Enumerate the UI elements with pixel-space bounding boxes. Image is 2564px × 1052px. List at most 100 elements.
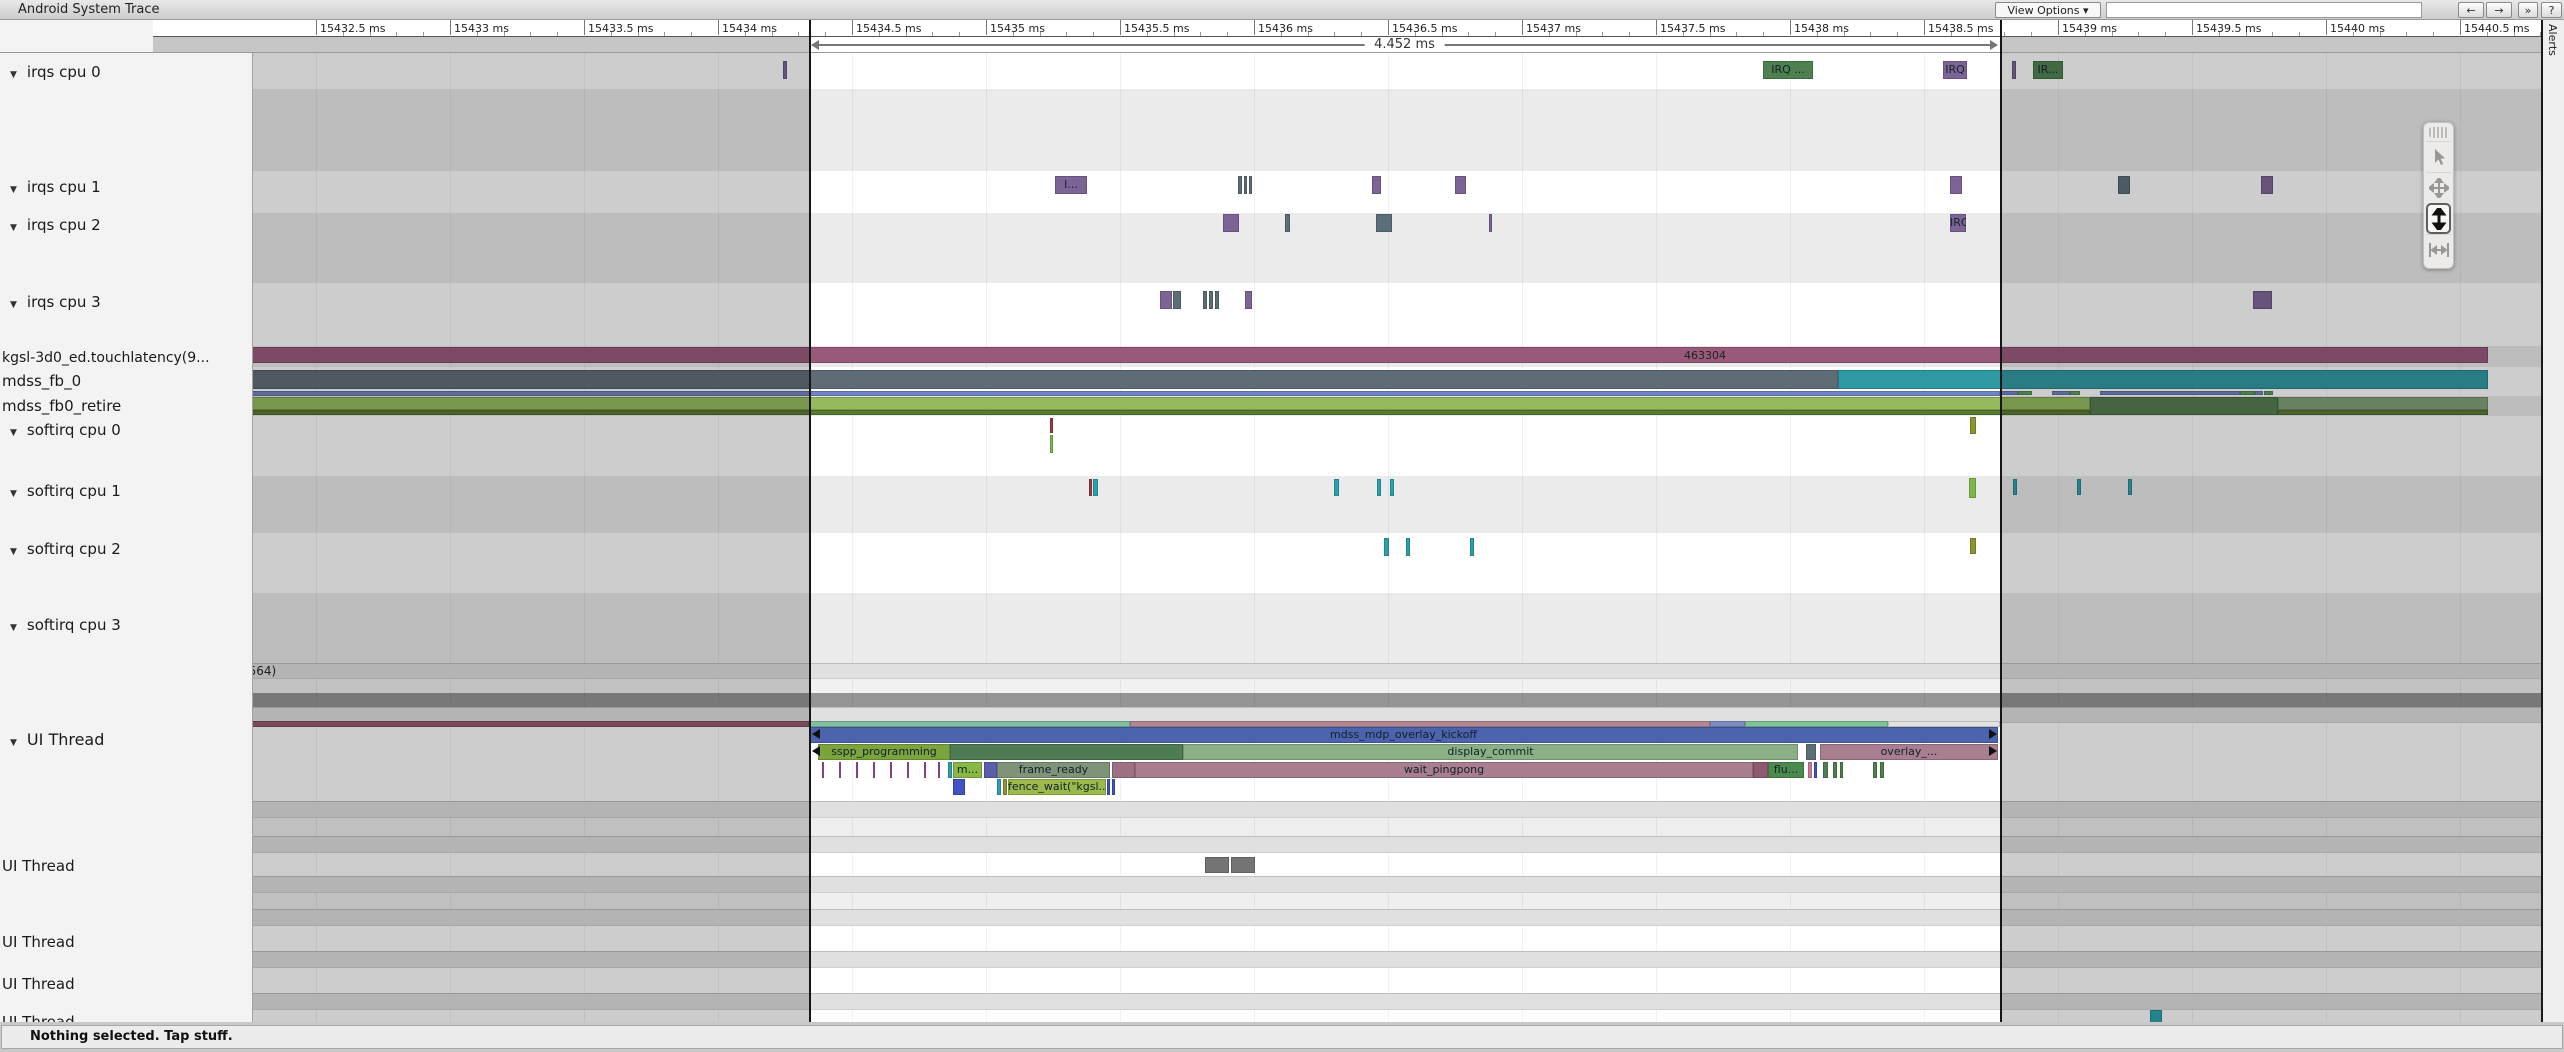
selection-drag-handle[interactable] [1989,729,1997,739]
trace-slice[interactable] [1970,417,1976,434]
trace-slice[interactable]: I... [1055,176,1087,194]
trace-slice[interactable] [1249,176,1252,194]
trace-slice[interactable] [1470,538,1474,556]
trace-slice[interactable] [873,762,875,778]
trace-slice[interactable] [1107,779,1110,795]
trace-slice[interactable] [1089,479,1092,496]
track-label[interactable]: ▼irqs cpu 3 [10,293,101,311]
trace-slice[interactable]: IRQ ... [1763,61,1813,79]
trace-slice[interactable] [1215,291,1219,309]
trace-slice[interactable] [1814,762,1817,778]
trace-slice[interactable] [1384,538,1389,556]
trace-slice[interactable] [856,762,858,778]
trace-slice[interactable] [1231,857,1255,873]
trace-slice[interactable] [1808,762,1812,778]
selection-start-line[interactable] [809,20,811,1022]
trace-slice[interactable]: IRQ [1950,214,1966,232]
trace-slice[interactable] [1376,214,1392,232]
trace-slice[interactable]: wait_pingpong [1135,762,1753,778]
selection-drag-handle[interactable] [812,746,820,756]
trace-slice[interactable]: display_commit [1183,744,1798,760]
trace-slice[interactable] [839,762,841,778]
expander-arrow-icon[interactable]: ▼ [10,300,17,310]
track-area[interactable]: ►com.prefabulated.touchlatency (pid 9564… [0,52,2564,1022]
expander-arrow-icon[interactable]: ▼ [10,223,17,233]
trace-slice[interactable]: mdss_mdp_overlay_kickoff [809,727,1998,743]
trace-slice[interactable] [1833,762,1837,778]
trace-slice[interactable] [907,762,909,778]
trace-slice[interactable] [1003,779,1007,795]
expander-arrow-icon[interactable]: ▼ [10,185,17,195]
trace-slice[interactable]: m... [953,762,982,778]
track-label[interactable]: ▼softirq cpu 1 [10,482,121,500]
track-label[interactable]: ▼irqs cpu 0 [10,63,101,81]
trace-slice[interactable] [1880,762,1884,778]
trace-slice[interactable]: overlay_... [1820,744,1998,760]
timeline-ruler[interactable]: 15432.5 ms15433 ms15433.5 ms15434 ms1543… [0,20,2564,52]
trace-slice[interactable] [1205,857,1229,873]
expander-arrow-icon[interactable]: ▼ [10,428,17,438]
trace-slice[interactable] [1203,291,1207,309]
trace-slice[interactable] [1112,779,1115,795]
trace-slice[interactable] [984,762,997,778]
track-label[interactable]: ▼irqs cpu 1 [10,178,101,196]
trace-slice[interactable] [1489,214,1492,232]
track-label[interactable]: ▼irqs cpu 2 [10,216,101,234]
trace-slice[interactable] [1806,744,1816,760]
trace-slice[interactable] [1334,479,1339,496]
trace-slice[interactable] [1173,291,1181,309]
trace-slice[interactable] [924,762,926,778]
trace-slice[interactable] [1377,479,1381,496]
trace-slice[interactable] [1238,176,1242,194]
trace-slice[interactable] [1950,176,1962,194]
view-options-button[interactable]: View Options ▾ [1995,2,2101,18]
trace-slice[interactable]: frame_ready [997,762,1110,778]
trace-slice[interactable] [1969,478,1976,498]
zoom-tool-button[interactable] [2426,203,2451,234]
trace-slice[interactable]: sspp_programming [818,744,950,760]
trace-slice[interactable] [948,762,952,778]
help-button[interactable]: ? [2541,2,2562,18]
trace-slice[interactable]: flu... [1768,762,1804,778]
trace-slice[interactable] [1455,176,1466,194]
nav-back-button[interactable]: ← [2458,2,2484,18]
trace-slice[interactable] [1245,291,1252,309]
search-input[interactable] [2106,2,2422,18]
pan-tool-button[interactable] [2426,172,2451,203]
trace-slice[interactable] [1209,291,1213,309]
expander-arrow-icon[interactable]: ▼ [10,489,17,499]
trace-slice[interactable] [1112,762,1135,778]
trace-slice[interactable] [1160,291,1172,309]
expander-arrow-icon[interactable]: ▼ [10,547,17,557]
trace-slice[interactable] [1244,176,1247,194]
trace-slice[interactable] [1223,214,1239,232]
trace-slice[interactable] [1970,538,1976,554]
nav-more-button[interactable]: » [2518,2,2538,18]
trace-slice[interactable] [1050,418,1053,433]
expander-arrow-icon[interactable]: ▼ [10,623,17,633]
track-label[interactable]: ▼softirq cpu 3 [10,616,121,634]
track-label[interactable]: ▼UI Thread [10,730,104,749]
cursor-tool-button[interactable] [2426,141,2451,172]
palette-grip-handle[interactable] [2429,127,2448,138]
trace-slice[interactable] [1873,762,1877,778]
trace-slice[interactable] [953,779,965,795]
trace-slice[interactable]: IRQ [1943,61,1967,79]
trace-slice[interactable] [938,762,940,778]
expander-arrow-icon[interactable]: ▼ [10,70,17,80]
selection-drag-handle[interactable] [812,729,820,739]
trace-slice[interactable] [822,762,824,778]
expander-arrow-icon[interactable]: ▼ [10,738,17,748]
track-label[interactable]: ▼softirq cpu 2 [10,540,121,558]
trace-slice[interactable] [1753,762,1768,778]
alerts-panel[interactable]: Alerts [2541,20,2564,1022]
trace-slice[interactable] [997,779,1001,795]
trace-slice[interactable] [1823,762,1828,778]
nav-forward-button[interactable]: → [2486,2,2512,18]
trace-slice[interactable] [1406,538,1410,556]
track-label[interactable]: ▼softirq cpu 0 [10,421,121,439]
timing-tool-button[interactable] [2426,234,2451,265]
trace-slice[interactable]: fence_wait("kgsl... [1008,779,1106,795]
trace-slice[interactable] [1372,176,1381,194]
trace-slice[interactable] [890,762,892,778]
